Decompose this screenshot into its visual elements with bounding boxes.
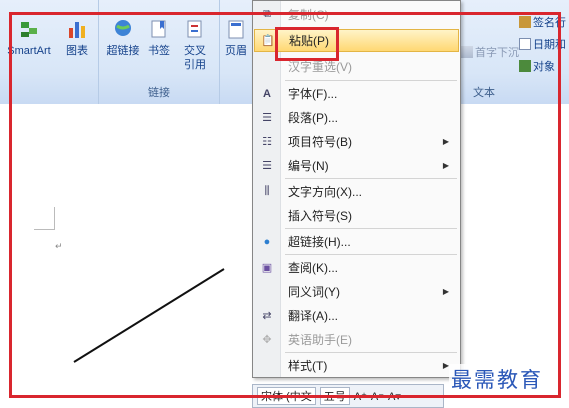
english-assistant-icon: ✥	[262, 334, 272, 346]
ribbon-group-text: 首字下沉 签名行 日期和 对象 文本	[459, 0, 569, 104]
font-color-icon[interactable]: A▾	[388, 390, 401, 403]
submenu-arrow-icon: ▶	[442, 137, 449, 146]
menu-item-lookup[interactable]: ▣ 查阅(K)...	[254, 256, 459, 279]
chart-label: 图表	[66, 45, 88, 57]
object-icon	[519, 60, 531, 72]
menu-separator	[285, 254, 457, 255]
smartart-button[interactable]: SmartArt	[0, 18, 58, 58]
ribbon-group-links: 超链接 书签 交叉 引用 链接	[99, 0, 220, 104]
drawn-line-shape[interactable]	[70, 266, 230, 366]
menu-item-paragraph[interactable]: ☰ 段落(P)...	[254, 106, 459, 129]
text-direction-icon: ⫼	[264, 185, 270, 197]
submenu-arrow-icon: ▶	[442, 161, 449, 170]
grow-font-icon[interactable]: A⁺	[354, 390, 367, 403]
bookmark-label: 书签	[148, 45, 170, 57]
mini-toolbar: 宋体 (中文 五号 A⁺ A⁻ A▾	[252, 384, 444, 408]
menu-item-copy[interactable]: ⧉ 复制(C)	[254, 3, 459, 26]
font-icon: A	[263, 87, 271, 100]
smartart-label: SmartArt	[7, 45, 51, 57]
signature-line-button[interactable]: 签名行	[519, 14, 566, 30]
page-margin-corner	[34, 207, 55, 230]
submenu-arrow-icon: ▶	[442, 287, 449, 296]
date-time-button[interactable]: 日期和	[519, 36, 566, 52]
shrink-font-icon[interactable]: A⁻	[371, 390, 384, 403]
menu-separator	[285, 80, 457, 81]
header-button[interactable]: 页眉	[222, 18, 250, 58]
font-name-select[interactable]: 宋体 (中文	[257, 387, 316, 405]
hyperlink-globe-icon: ●	[263, 235, 271, 248]
menu-item-text-direction[interactable]: ⫼ 文字方向(X)...	[254, 180, 459, 203]
globe-icon	[115, 20, 131, 36]
menu-item-english-assistant[interactable]: ✥ 英语助手(E)	[254, 328, 459, 351]
cross-reference-icon	[187, 20, 202, 38]
cross-reference-label-line2: 引用	[184, 59, 206, 71]
menu-item-styles[interactable]: 样式(T) ▶	[254, 354, 459, 377]
paragraph-icon: ☰	[262, 112, 272, 124]
menu-item-hyperlink[interactable]: ● 超链接(H)...	[254, 230, 459, 253]
bookmark-icon	[151, 20, 166, 38]
ribbon-group-header-footer: 页眉	[220, 0, 253, 104]
menu-separator	[285, 178, 457, 179]
lookup-book-icon: ▣	[261, 262, 273, 274]
watermark: 最需教育	[449, 364, 545, 394]
signature-label: 签名行	[533, 17, 566, 29]
calendar-icon	[519, 38, 531, 50]
menu-item-insert-symbol[interactable]: 插入符号(S)	[254, 204, 459, 227]
links-group-label: 链接	[148, 87, 170, 99]
hyperlink-label: 超链接	[106, 45, 140, 57]
drop-cap-button[interactable]: 首字下沉	[461, 44, 519, 60]
translate-icon: ⇄	[262, 310, 272, 322]
bullets-icon: ☷	[262, 136, 272, 148]
cross-reference-label-line1: 交叉	[184, 45, 206, 57]
hyperlink-button[interactable]: 超链接	[103, 18, 143, 58]
object-button[interactable]: 对象	[519, 58, 555, 74]
cross-reference-button[interactable]: 交叉 引用	[177, 18, 213, 72]
menu-item-translate[interactable]: ⇄ 翻译(A)...	[254, 304, 459, 327]
header-label: 页眉	[225, 45, 247, 57]
ribbon-group-illustrations: SmartArt 图表	[0, 0, 99, 104]
drop-cap-label: 首字下沉	[475, 47, 519, 59]
paste-highlight-frame	[275, 27, 339, 61]
chart-icon	[69, 22, 85, 38]
paragraph-mark-icon: ↵	[55, 241, 63, 251]
menu-item-numbering[interactable]: ☰ 编号(N) ▶	[254, 154, 459, 177]
header-icon	[228, 20, 244, 39]
menu-item-synonyms[interactable]: 同义词(Y) ▶	[254, 280, 459, 303]
numbering-icon: ☰	[262, 160, 272, 172]
bookmark-button[interactable]: 书签	[143, 18, 175, 58]
date-time-label: 日期和	[533, 39, 566, 51]
font-size-select[interactable]: 五号	[319, 387, 350, 405]
drop-cap-icon	[461, 46, 473, 58]
menu-item-bullets[interactable]: ☷ 项目符号(B) ▶	[254, 130, 459, 153]
signature-icon	[519, 16, 531, 28]
chart-button[interactable]: 图表	[60, 18, 94, 58]
menu-separator	[285, 228, 457, 229]
copy-icon: ⧉	[263, 8, 271, 20]
object-label: 对象	[533, 61, 555, 73]
menu-separator	[285, 352, 457, 353]
menu-item-font[interactable]: A 字体(F)...	[254, 82, 459, 105]
smartart-icon	[21, 22, 37, 37]
